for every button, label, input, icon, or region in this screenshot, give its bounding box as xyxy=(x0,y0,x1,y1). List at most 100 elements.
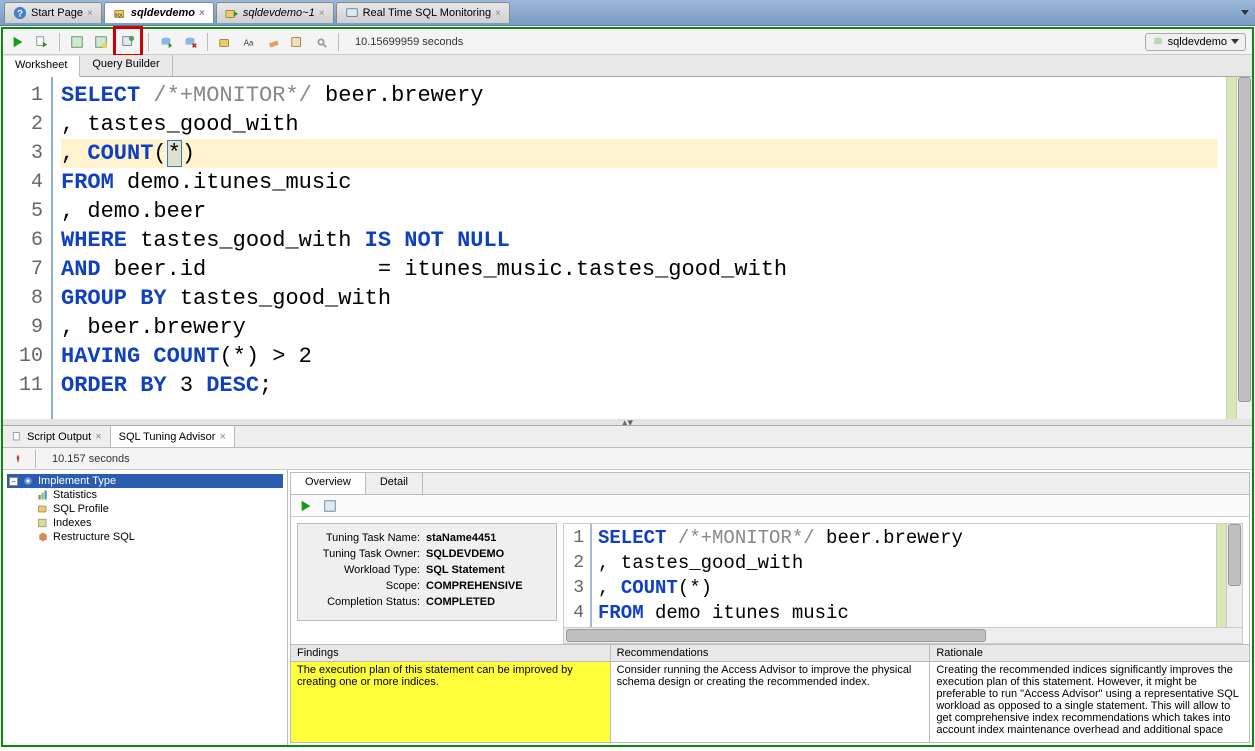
meta-label: Scope: xyxy=(308,580,426,592)
horizontal-scrollbar[interactable] xyxy=(564,627,1242,643)
svg-text:SQL: SQL xyxy=(114,13,123,18)
output-elapsed: 10.157 seconds xyxy=(52,453,130,465)
tree-item-sql-profile[interactable]: SQL Profile xyxy=(35,502,283,516)
index-icon xyxy=(37,517,49,529)
worksheet-panel: Aa 10.15699959 seconds sqldevdemo Worksh… xyxy=(1,27,1254,747)
profile-icon xyxy=(37,503,49,515)
worksheet-subtabs: Worksheet Query Builder xyxy=(3,55,1252,77)
restructure-icon xyxy=(37,531,49,543)
tabs-controls xyxy=(1241,10,1255,15)
subtab-overview[interactable]: Overview xyxy=(291,473,366,494)
tab-start-page[interactable]: ? Start Page × xyxy=(4,2,102,23)
column-header: Recommendations xyxy=(611,645,930,662)
db-run-icon xyxy=(225,6,239,20)
toggle-case-button[interactable]: Aa xyxy=(240,33,258,51)
tab-sqldevdemo[interactable]: SQL sqldevdemo × xyxy=(104,2,214,23)
rationale-column: Rationale Creating the recommended indic… xyxy=(930,645,1249,742)
pin-button[interactable] xyxy=(9,450,27,468)
help-icon: ? xyxy=(13,6,27,20)
tab-sqldevdemo-1[interactable]: sqldevdemo~1 × xyxy=(216,2,334,23)
sql-tuning-advisor-button-highlight xyxy=(113,26,143,57)
tuning-advisor-body: − Implement Type Statistics SQL Profile … xyxy=(3,470,1252,745)
tab-query-builder[interactable]: Query Builder xyxy=(80,55,172,76)
recommendations-column: Recommendations Consider running the Acc… xyxy=(611,645,931,742)
findings-cell[interactable]: Creating the recommended indices signifi… xyxy=(930,662,1249,742)
autotrace-button[interactable] xyxy=(92,33,110,51)
dropdown-icon[interactable] xyxy=(1241,10,1249,15)
tab-sql-tuning-advisor[interactable]: SQL Tuning Advisor × xyxy=(111,426,235,447)
unshared-worksheet-button[interactable] xyxy=(216,33,234,51)
findings-table: Findings The execution plan of this stat… xyxy=(291,644,1249,742)
meta-value: SQLDEVDEMO xyxy=(426,548,546,560)
close-icon[interactable]: × xyxy=(219,431,225,443)
commit-button[interactable] xyxy=(157,33,175,51)
code-content[interactable]: SELECT /*+MONITOR*/ beer.brewery, tastes… xyxy=(53,77,1226,419)
meta-label: Tuning Task Name: xyxy=(308,532,426,544)
vertical-scrollbar[interactable] xyxy=(1236,77,1252,419)
tuning-task-meta: Tuning Task Name:staName4451 Tuning Task… xyxy=(297,523,557,621)
save-button[interactable] xyxy=(321,497,339,515)
db-icon xyxy=(1152,36,1164,48)
subtab-detail[interactable]: Detail xyxy=(366,473,423,494)
tree-item-statistics[interactable]: Statistics xyxy=(35,488,283,502)
run-button[interactable] xyxy=(297,497,315,515)
advisor-tree: − Implement Type Statistics SQL Profile … xyxy=(3,470,288,745)
close-icon[interactable]: × xyxy=(319,8,325,19)
meta-value: SQL Statement xyxy=(426,564,546,576)
meta-label: Workload Type: xyxy=(308,564,426,576)
meta-value: staName4451 xyxy=(426,532,546,544)
gear-icon xyxy=(22,475,34,487)
tab-label: Start Page xyxy=(31,7,83,19)
worksheet-toolbar: Aa 10.15699959 seconds sqldevdemo xyxy=(3,29,1252,55)
close-icon[interactable]: × xyxy=(95,431,101,443)
advisor-content: Tuning Task Name:staName4451 Tuning Task… xyxy=(291,517,1249,644)
column-header: Findings xyxy=(291,645,610,662)
sql-history-button[interactable] xyxy=(288,33,306,51)
meta-label: Completion Status: xyxy=(308,596,426,608)
findings-cell[interactable]: Consider running the Access Advisor to i… xyxy=(611,662,930,742)
run-button[interactable] xyxy=(9,33,27,51)
tab-worksheet[interactable]: Worksheet xyxy=(3,56,80,77)
tree-item-indexes[interactable]: Indexes xyxy=(35,516,283,530)
dropdown-icon xyxy=(1231,39,1239,44)
sql-tuning-advisor-button[interactable] xyxy=(119,32,137,50)
vertical-scrollbar[interactable] xyxy=(1226,524,1242,627)
svg-text:?: ? xyxy=(17,9,23,20)
tab-script-output[interactable]: Script Output × xyxy=(3,426,111,447)
svg-text:Aa: Aa xyxy=(244,38,254,47)
connection-name: sqldevdemo xyxy=(1168,36,1227,48)
sql-editor[interactable]: 1234567891011 SELECT /*+MONITOR*/ beer.b… xyxy=(3,77,1252,419)
tab-realtime-sql-monitoring[interactable]: Real Time SQL Monitoring × xyxy=(336,2,510,23)
separator xyxy=(148,33,149,51)
run-script-button[interactable] xyxy=(33,33,51,51)
line-number-gutter: 1234567891011 xyxy=(3,77,53,419)
separator xyxy=(207,33,208,51)
column-header: Rationale xyxy=(930,645,1249,662)
monitor-icon xyxy=(345,6,359,20)
separator xyxy=(35,450,36,468)
tree-item-restructure-sql[interactable]: Restructure SQL xyxy=(35,530,283,544)
advisor-toolbar xyxy=(291,495,1249,517)
stats-icon xyxy=(37,489,49,501)
tab-label: Real Time SQL Monitoring xyxy=(363,7,492,19)
advisor-sql-preview: 1234 SELECT /*+MONITOR*/ beer.brewery, t… xyxy=(563,523,1243,644)
rollback-button[interactable] xyxy=(181,33,199,51)
advisor-detail-panel: Overview Detail Tuning Task Name:staName… xyxy=(290,472,1250,743)
findings-column: Findings The execution plan of this stat… xyxy=(291,645,611,742)
script-icon xyxy=(11,431,23,443)
close-icon[interactable]: × xyxy=(87,8,93,19)
explain-button[interactable] xyxy=(68,33,86,51)
advisor-subtabs: Overview Detail xyxy=(291,473,1249,495)
collapse-icon[interactable]: − xyxy=(9,477,18,486)
close-icon[interactable]: × xyxy=(199,8,205,19)
code-content[interactable]: SELECT /*+MONITOR*/ beer.brewery, tastes… xyxy=(592,524,1216,627)
connection-picker[interactable]: sqldevdemo xyxy=(1145,33,1246,51)
clear-button[interactable] xyxy=(264,33,282,51)
overview-ruler xyxy=(1216,524,1226,627)
meta-value: COMPREHENSIVE xyxy=(426,580,546,592)
tree-root-implement-type[interactable]: − Implement Type xyxy=(7,474,283,488)
findings-cell[interactable]: The execution plan of this statement can… xyxy=(291,662,610,742)
close-icon[interactable]: × xyxy=(495,8,501,19)
line-number-gutter: 1234 xyxy=(564,524,592,627)
settings-button[interactable] xyxy=(312,33,330,51)
